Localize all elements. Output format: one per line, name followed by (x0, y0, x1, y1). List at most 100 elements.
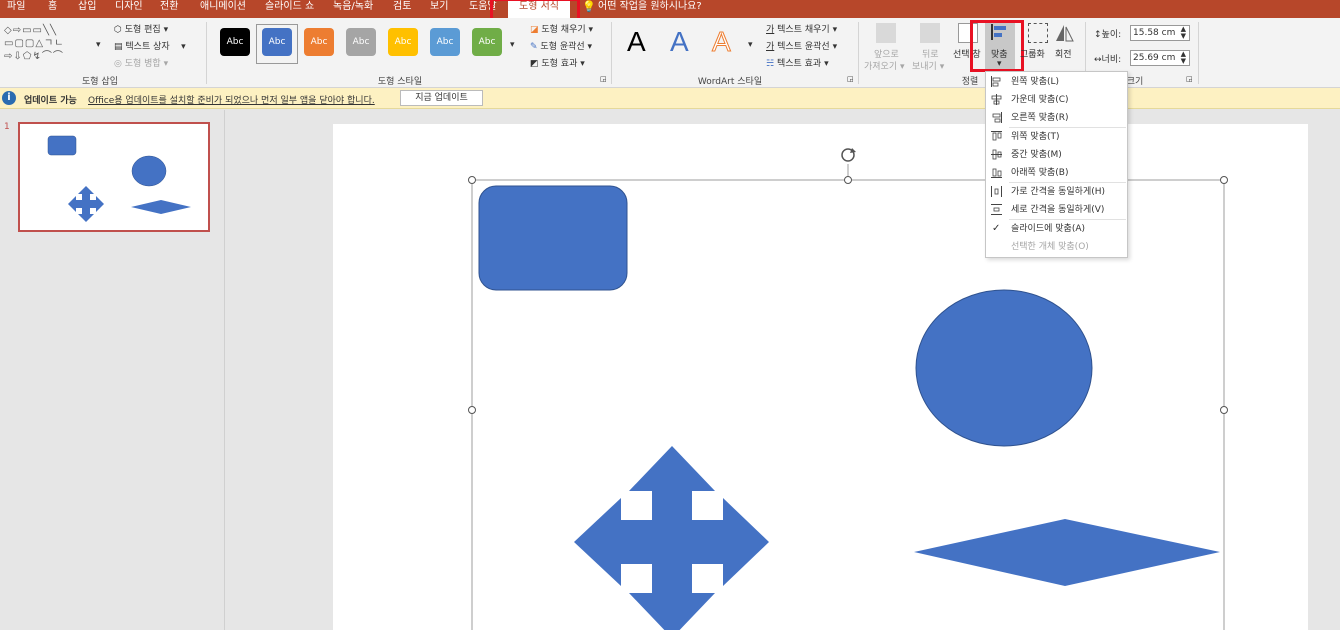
shape-style-gold[interactable]: Abc (388, 28, 418, 56)
text-fill-icon: 가 (766, 25, 775, 35)
slide-number: 1 (4, 122, 10, 132)
group-label-wordart: WordArt 스타일 (697, 77, 763, 87)
edit-shape-button[interactable]: ⬡ 도형 편집 ▾ (114, 22, 168, 35)
menu-align-top[interactable]: 위쪽 맞춤(T) (986, 128, 1127, 146)
pen-icon: ✎ (530, 42, 538, 52)
shape-style-lightblue[interactable]: Abc (430, 28, 460, 56)
menu-align-center[interactable]: 가운데 맞춤(C) (986, 91, 1127, 109)
dialog-launcher-icon[interactable]: ◲ (1186, 75, 1193, 83)
resize-handle-top (844, 176, 852, 184)
text-outline-icon: 가 (766, 42, 775, 52)
highlight-box-align (970, 20, 1024, 72)
align-dropdown-menu: 왼쪽 맞춤(L) 가운데 맞춤(C) 오른쪽 맞춤(R) 위쪽 맞춤(T) 중간… (985, 71, 1128, 258)
resize-handle-top-left (468, 176, 476, 184)
tab-design[interactable]: 디자인 (115, 0, 143, 18)
group-divider (206, 22, 207, 84)
align-middle-icon (991, 149, 1002, 160)
group-divider (858, 22, 859, 84)
distribute-vertical-icon (991, 204, 1002, 215)
wordart-black[interactable]: A (627, 26, 646, 58)
notice-title: 업데이트 가능 (24, 96, 77, 106)
width-icon: ↔ (1094, 55, 1102, 65)
diamond-shape (914, 519, 1220, 586)
merge-shapes-icon: ◎ (114, 59, 122, 69)
shape-outline-button[interactable]: ✎ 도형 윤곽선 ▾ (530, 39, 592, 52)
send-backward-icon (920, 23, 940, 43)
ellipse-shape (915, 289, 1093, 447)
shape-effects-button[interactable]: ◩ 도형 효과 ▾ (530, 56, 585, 69)
dialog-launcher-icon[interactable]: ◲ (847, 75, 854, 83)
gallery-more-icon[interactable]: ▾ (96, 40, 101, 50)
wordart-blue[interactable]: A (670, 26, 689, 58)
shape-style-green[interactable]: Abc (472, 28, 502, 56)
send-backward-label-2[interactable]: 보내기 ▾ (912, 59, 944, 72)
quad-arrow-shape (574, 446, 769, 630)
shapes-gallery[interactable]: ◇⇨▭▭╲╲ ▭▢▢△ㄱㄴ ⇨⇩⬠↯⌒⌒ (4, 24, 92, 66)
merge-shapes-button[interactable]: ◎ 도형 병합 ▾ (114, 56, 168, 69)
slide-canvas[interactable] (333, 124, 1308, 630)
shape-style-black[interactable]: Abc (220, 28, 250, 56)
height-icon: ↕ (1094, 30, 1102, 40)
menu-distribute-vertically[interactable]: 세로 간격을 동일하게(V) (986, 201, 1127, 219)
edit-shape-icon: ⬡ (114, 25, 122, 35)
menu-align-middle[interactable]: 중간 맞춤(M) (986, 146, 1127, 164)
tell-me-search[interactable]: 어떤 작업을 원하시나요? (598, 0, 702, 18)
tab-view[interactable]: 보기 (430, 0, 448, 18)
resize-handle-top-right (1220, 176, 1228, 184)
update-now-button[interactable]: 지금 업데이트 (400, 90, 483, 106)
rounded-rectangle-shape (478, 185, 628, 291)
align-bottom-icon (991, 167, 1002, 178)
rotate-button[interactable]: 회전 (1055, 47, 1072, 60)
tab-animations[interactable]: 애니메이션 (200, 0, 246, 18)
styles-more-icon[interactable]: ▾ (510, 40, 515, 50)
menu-align-left[interactable]: 왼쪽 맞춤(L) (986, 73, 1127, 91)
bring-forward-label-2[interactable]: 가져오기 ▾ (864, 59, 905, 72)
group-divider (611, 22, 612, 84)
menu-align-to-slide[interactable]: ✓ 슬라이드에 맞춤(A) (986, 220, 1127, 238)
checkmark-icon: ✓ (992, 223, 1001, 234)
text-effects-icon: ☵ (766, 59, 775, 69)
menu-align-right[interactable]: 오른쪽 맞춤(R) (986, 109, 1127, 127)
slide-shapes (468, 148, 1228, 630)
text-effects-button[interactable]: ☵ 텍스트 효과 ▾ (766, 56, 829, 69)
height-input[interactable]: 15.58 cm ▲ ▼ (1130, 25, 1190, 41)
group-label-insert-shapes: 도형 삽입 (82, 77, 118, 87)
group-icon (1028, 23, 1048, 43)
notice-message: Office용 업데이트를 설치할 준비가 되었으나 먼저 일부 앱을 닫아야 … (88, 96, 375, 106)
group-label-shape-styles: 도형 스타일 (377, 77, 423, 87)
height-spinner-icon[interactable]: ▲ ▼ (1181, 26, 1186, 40)
effects-icon: ◩ (530, 59, 539, 69)
shape-style-gray[interactable]: Abc (346, 28, 376, 56)
rotate-icon (1054, 23, 1074, 43)
bring-forward-icon (876, 23, 896, 43)
menu-align-bottom[interactable]: 아래쪽 맞춤(B) (986, 164, 1127, 182)
wordart-more-icon[interactable]: ▾ (748, 40, 753, 50)
width-spinner-icon[interactable]: ▲ ▼ (1181, 51, 1186, 65)
shape-style-orange[interactable]: Abc (304, 28, 334, 56)
shape-style-blue[interactable]: Abc (262, 28, 292, 56)
wordart-orange-outline[interactable]: A (712, 26, 732, 58)
slide-thumbnail[interactable] (18, 122, 210, 232)
height-label: ↕높이: (1094, 30, 1122, 40)
tab-review[interactable]: 검토 (393, 0, 411, 18)
tab-slideshow[interactable]: 슬라이드 쇼 (265, 0, 314, 18)
dialog-launcher-icon[interactable]: ◲ (600, 75, 607, 83)
width-input[interactable]: 25.69 cm ▲ ▼ (1130, 50, 1190, 66)
tab-home[interactable]: 홈 (48, 0, 57, 18)
tab-record[interactable]: 녹음/녹화 (333, 0, 373, 18)
width-label: ↔너비: (1094, 55, 1122, 65)
group-button[interactable]: 그룹화 (1020, 47, 1045, 60)
align-left-icon (991, 76, 1002, 87)
tab-insert[interactable]: 삽입 (78, 0, 96, 18)
text-box-icon: ▤ (114, 42, 123, 52)
menu-distribute-horizontally[interactable]: 가로 간격을 동일하게(H) (986, 183, 1127, 201)
text-box-button[interactable]: ▤ 텍스트 상자 ▾ (114, 39, 186, 52)
text-fill-button[interactable]: 가 텍스트 채우기 ▾ (766, 22, 837, 35)
shape-fill-button[interactable]: ◪ 도형 채우기 ▾ (530, 22, 593, 35)
info-icon: i (2, 91, 16, 105)
menu-align-selected-objects: 선택한 개체 맞춤(O) (1011, 242, 1089, 252)
group-divider (1198, 22, 1199, 84)
text-outline-button[interactable]: 가 텍스트 윤곽선 ▾ (766, 39, 837, 52)
tab-file[interactable]: 파일 (7, 0, 25, 18)
tab-transitions[interactable]: 전환 (160, 0, 178, 18)
